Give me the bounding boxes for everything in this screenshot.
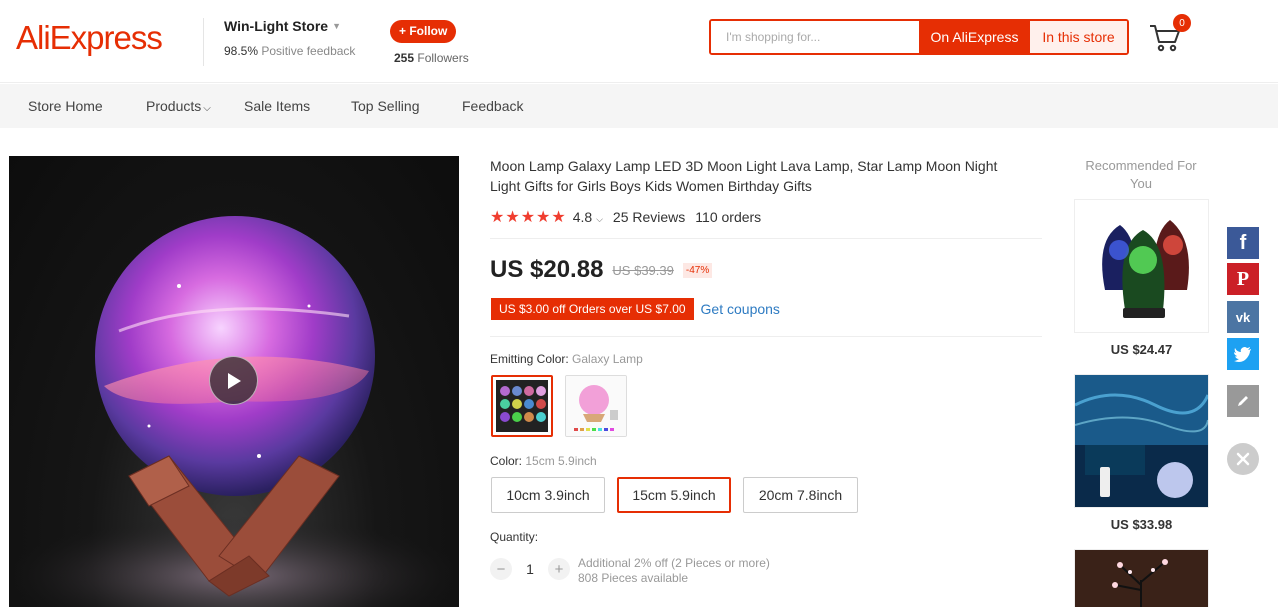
pinterest-share-icon[interactable]: P (1227, 263, 1259, 295)
discount-badge: -47% (682, 262, 713, 278)
nav-store-home[interactable]: Store Home (28, 98, 103, 114)
emitting-color-title: Emitting Color: (490, 352, 569, 366)
recommended-heading: Recommended For You (1085, 158, 1197, 191)
recommended-item-price: US $33.98 (1110, 517, 1173, 532)
store-name: Win-Light Store (224, 18, 329, 34)
moon-lamp-thumbnail (566, 376, 626, 436)
reviews-link[interactable]: 25 Reviews (613, 209, 685, 225)
chevron-down-icon: ⌵ (596, 214, 603, 224)
nav-products[interactable]: Products ⌵ (146, 98, 211, 114)
recommended-item-price: US $24.47 (1110, 342, 1173, 357)
color-option-galaxy-lamp[interactable] (491, 375, 553, 437)
edit-icon[interactable] (1227, 385, 1259, 417)
play-video-button[interactable] (209, 356, 258, 405)
recommended-item-image[interactable] (1074, 374, 1209, 508)
quantity-increase-button[interactable]: + (548, 558, 570, 580)
color-size-label: Color: 15cm 5.9inch (490, 454, 597, 468)
search-aliexpress-button[interactable]: On AliExpress (919, 21, 1030, 53)
color-size-title: Color: (490, 454, 523, 468)
nav-products-label: Products (146, 98, 202, 114)
nav-sale-items[interactable]: Sale Items (244, 98, 310, 114)
price-row: US $20.88 US $39.39 -47% (490, 256, 713, 284)
blossom-tree-lamp-thumbnail (1075, 550, 1208, 607)
feedback-label: Positive feedback (261, 44, 356, 58)
play-icon (227, 372, 241, 389)
divider (490, 336, 1042, 337)
quantity-decrease-button[interactable]: − (490, 558, 512, 580)
stock-available: 808 Pieces available (578, 571, 689, 585)
store-nav: Store Home Products ⌵ Sale Items Top Sell… (0, 84, 1278, 128)
followers-number: 255 (394, 51, 415, 65)
rating-row: ★★★★★ 4.8 ⌵ 25 Reviews 110 orders (490, 207, 761, 227)
caret-down-icon: ▼ (332, 21, 341, 31)
nav-top-selling[interactable]: Top Selling (351, 98, 420, 114)
divider (490, 238, 1042, 239)
galaxy-lamp-thumbnail (496, 380, 548, 432)
search-store-button[interactable]: In this store (1030, 21, 1127, 53)
galaxy-projector-thumbnail (1075, 375, 1208, 507)
quantity-label: Quantity: (490, 530, 539, 544)
followers-label: Followers (417, 51, 469, 65)
orders-count: 110 orders (695, 209, 762, 225)
store-name-dropdown[interactable]: Win-Light Store ▼ (224, 18, 355, 34)
search-input[interactable] (711, 21, 919, 53)
twitter-share-icon[interactable] (1227, 338, 1259, 370)
vk-share-icon[interactable]: vk (1227, 301, 1259, 333)
store-feedback: 98.5% Positive feedback (224, 44, 355, 58)
search-bar: On AliExpress In this store (709, 19, 1129, 55)
rating-value: 4.8 (572, 209, 593, 225)
recommended-item-image[interactable] (1074, 549, 1209, 607)
follow-button[interactable]: + Follow (390, 20, 457, 43)
coupon-row: US $3.00 off Orders over US $7.00 Get co… (491, 298, 780, 320)
bulk-discount-note: Additional 2% off (2 Pieces or more) (578, 556, 770, 570)
size-option-15cm[interactable]: 15cm 5.9inch (617, 477, 731, 513)
jellyfish-lamp-thumbnail (1075, 200, 1208, 332)
current-price: US $20.88 (490, 256, 604, 283)
followers-count: 255 Followers (394, 51, 469, 65)
close-icon[interactable] (1227, 443, 1259, 475)
site-header: AliExpress Win-Light Store ▼ 98.5% Posit… (0, 0, 1278, 83)
nav-feedback[interactable]: Feedback (462, 98, 523, 114)
recommended-item-image[interactable] (1074, 199, 1209, 333)
follow-section: + Follow 255 Followers (390, 20, 469, 65)
color-size-value: 15cm 5.9inch (525, 454, 597, 468)
store-info: Win-Light Store ▼ 98.5% Positive feedbac… (203, 18, 355, 66)
emitting-color-label: Emitting Color: Galaxy Lamp (490, 352, 643, 366)
star-rating-icon: ★★★★★ (490, 209, 567, 226)
get-coupons-link[interactable]: Get coupons (701, 301, 780, 317)
size-option-20cm[interactable]: 20cm 7.8inch (743, 477, 858, 513)
size-option-10cm[interactable]: 10cm 3.9inch (491, 477, 605, 513)
product-main-image[interactable] (9, 156, 459, 607)
facebook-share-icon[interactable]: f (1227, 227, 1259, 259)
chevron-down-icon: ⌵ (203, 103, 211, 114)
feedback-value: 98.5% (224, 44, 259, 58)
coupon-tag: US $3.00 off Orders over US $7.00 (491, 298, 694, 320)
color-option-moon-lamp[interactable] (565, 375, 627, 437)
rating-value-dropdown[interactable]: 4.8 ⌵ (573, 209, 603, 225)
quantity-value[interactable]: 1 (512, 561, 548, 577)
quantity-note: Additional 2% off (2 Pieces or more) 808… (578, 556, 770, 586)
emitting-color-value: Galaxy Lamp (572, 352, 643, 366)
original-price: US $39.39 (612, 262, 674, 278)
product-title: Moon Lamp Galaxy Lamp LED 3D Moon Light … (490, 158, 998, 194)
quantity-stepper: − 1 + (490, 558, 570, 580)
aliexpress-logo[interactable]: AliExpress (16, 19, 163, 57)
cart-count-badge: 0 (1173, 14, 1191, 32)
